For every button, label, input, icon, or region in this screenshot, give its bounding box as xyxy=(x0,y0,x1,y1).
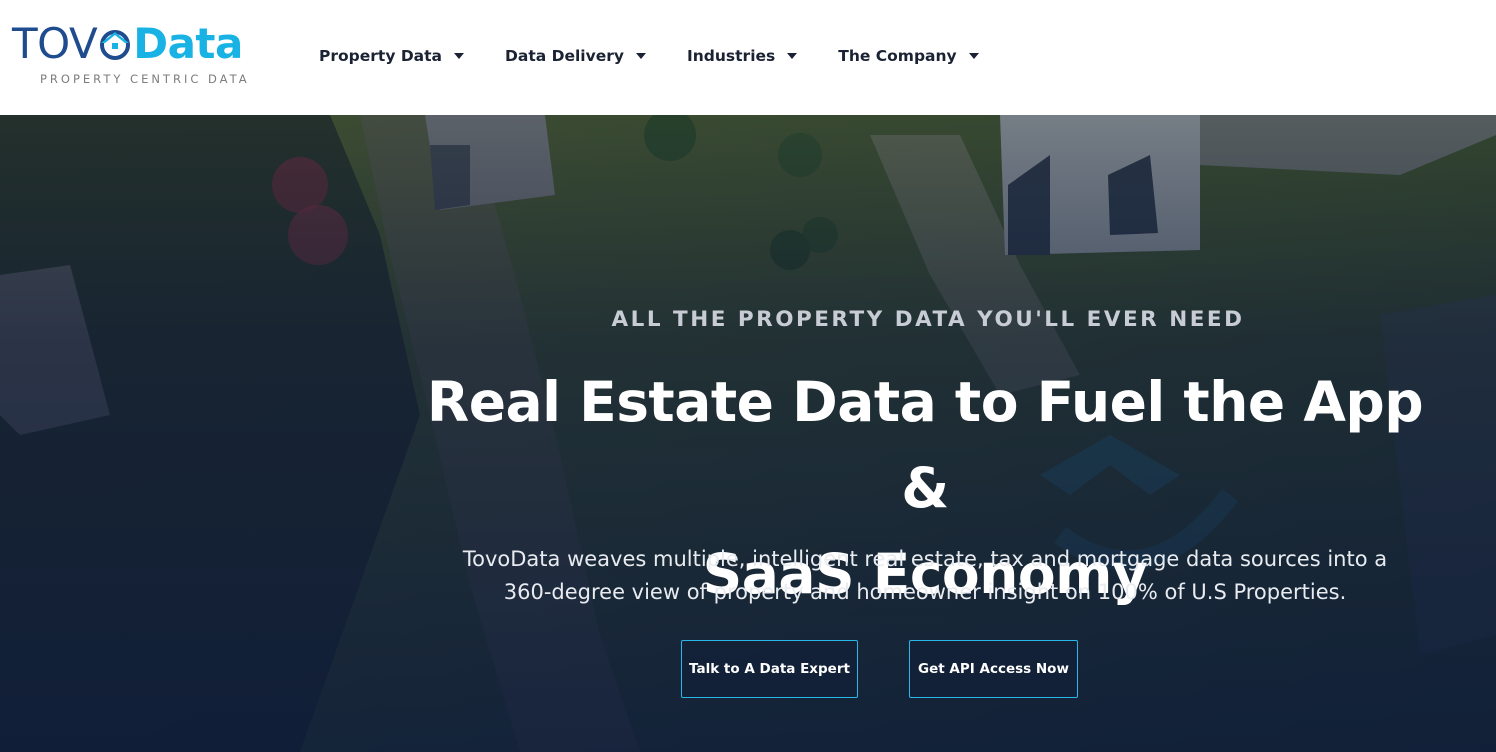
logo-part-data: Data xyxy=(133,19,243,68)
hero-section: ALL THE PROPERTY DATA YOU'LL EVER NEED R… xyxy=(0,115,1496,752)
main-nav: Property Data Data Delivery Industries T… xyxy=(319,44,979,68)
logo-wordmark: TOV Data xyxy=(12,20,282,68)
nav-label: Data Delivery xyxy=(505,47,624,65)
nav-label: Industries xyxy=(686,47,776,65)
hero-subtext: TovoData weaves multiple, intelligent re… xyxy=(430,543,1420,609)
caret-down-icon xyxy=(968,53,979,59)
subtext-line-2: 360-degree view of property and homeowne… xyxy=(503,580,1347,604)
nav-data-delivery[interactable]: Data Delivery xyxy=(505,44,646,68)
subtext-line-1: TovoData weaves multiple, intelligent re… xyxy=(462,547,1388,571)
nav-the-company[interactable]: The Company xyxy=(838,44,979,68)
nav-label: The Company xyxy=(838,47,957,65)
headline-line-1: Real Estate Data to Fuel the App & xyxy=(426,370,1424,520)
nav-property-data[interactable]: Property Data xyxy=(319,44,465,68)
house-logo-icon xyxy=(100,30,131,60)
site-header: TOV Data PROPERTY CENTRIC DATA Property … xyxy=(0,0,1496,115)
logo-part-tov: TOV xyxy=(12,19,98,68)
caret-down-icon xyxy=(635,53,646,59)
nav-industries[interactable]: Industries xyxy=(686,44,798,68)
logo-tagline: PROPERTY CENTRIC DATA xyxy=(40,72,250,86)
talk-to-expert-button[interactable]: Talk to A Data Expert xyxy=(681,640,858,698)
hero-eyebrow: ALL THE PROPERTY DATA YOU'LL EVER NEED xyxy=(611,307,1245,332)
get-api-access-button[interactable]: Get API Access Now xyxy=(909,640,1078,698)
tovodata-logo[interactable]: TOV Data PROPERTY CENTRIC DATA xyxy=(12,20,282,92)
caret-down-icon xyxy=(787,53,798,59)
nav-label: Property Data xyxy=(319,47,443,65)
hero-content: ALL THE PROPERTY DATA YOU'LL EVER NEED R… xyxy=(0,115,1496,752)
caret-down-icon xyxy=(454,53,465,59)
